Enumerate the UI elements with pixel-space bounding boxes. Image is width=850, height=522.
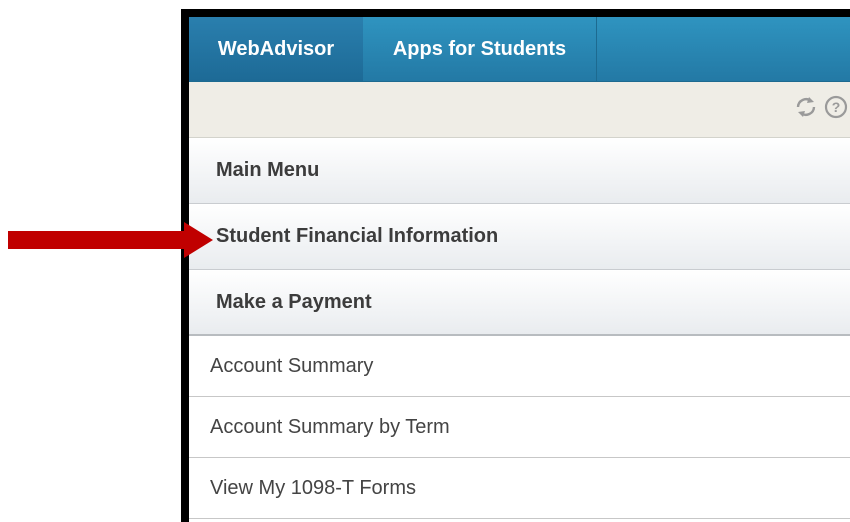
refresh-icon[interactable] (794, 95, 818, 119)
help-icon[interactable]: ? (824, 95, 848, 119)
main-menu-header[interactable]: Main Menu (189, 138, 850, 204)
view-1098t-forms-link[interactable]: View My 1098-T Forms (189, 458, 850, 519)
make-a-payment-header[interactable]: Make a Payment (189, 270, 850, 336)
toolbar-icons: ? (794, 95, 848, 119)
tab-webadvisor[interactable]: WebAdvisor (189, 17, 363, 81)
account-summary-link[interactable]: Account Summary (189, 336, 850, 397)
student-financial-information-header[interactable]: Student Financial Information (189, 204, 850, 270)
svg-text:?: ? (832, 99, 841, 115)
tab-bar: WebAdvisor Apps for Students (189, 17, 850, 82)
red-arrow-annotation (8, 222, 213, 258)
content-panel: WebAdvisor Apps for Students ? Main Menu… (189, 17, 850, 522)
tab-apps-for-students[interactable]: Apps for Students (363, 17, 597, 81)
webadvisor-window: WebAdvisor Apps for Students ? Main Menu… (181, 9, 850, 522)
toolbar: ? (189, 82, 850, 138)
account-summary-by-term-link[interactable]: Account Summary by Term (189, 397, 850, 458)
